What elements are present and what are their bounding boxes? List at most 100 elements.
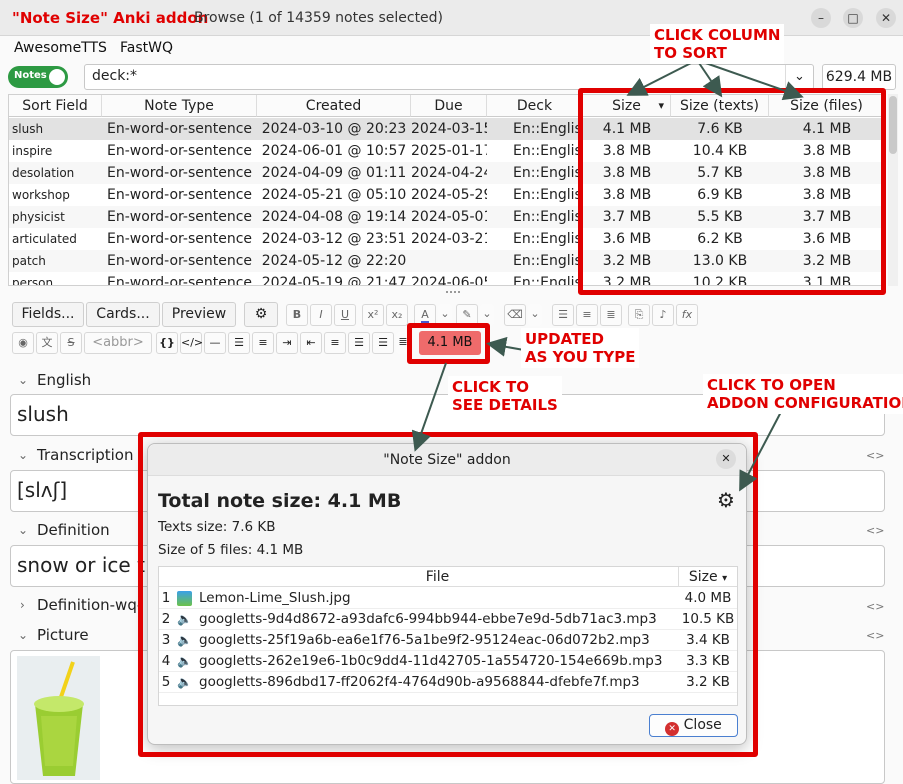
splitter-handle[interactable] [446, 291, 460, 295]
align-center-icon[interactable]: ≡ [324, 332, 346, 354]
html-toggle-icon[interactable]: <> [866, 600, 884, 613]
column-header-due[interactable]: Due [411, 95, 487, 117]
toggle-knob [49, 69, 65, 85]
table-cell [411, 250, 487, 272]
annotation-details: CLICK TO SEE DETAILS [448, 376, 562, 416]
chevron-down-icon[interactable]: ⌄ [785, 65, 813, 89]
notes-cards-toggle[interactable]: Notes [8, 66, 68, 88]
eraser-icon[interactable]: ⌫ [504, 304, 526, 326]
table-cell: En::English [513, 143, 583, 159]
table-cell: physicist [12, 210, 65, 224]
toggle-label: Notes [14, 70, 47, 81]
translate-icon[interactable]: 文 [36, 332, 58, 354]
fields-button[interactable]: Fields... [12, 302, 84, 327]
column-header-note-type[interactable]: Note Type [102, 95, 257, 117]
table-cell: 2024-04-08 @ 19:14 [261, 209, 407, 225]
subscript-icon[interactable]: x₂ [386, 304, 408, 326]
table-cell: slush [12, 122, 44, 136]
chevron-down-icon[interactable]: ⌄ [18, 523, 28, 537]
field-label-transcription: Transcription [37, 446, 134, 464]
chevron-down-icon[interactable]: ⌄ [18, 373, 28, 387]
indent-icon[interactable]: ⇥ [276, 332, 298, 354]
chevron-down-icon[interactable]: ⌄ [528, 304, 542, 326]
table-cell: En-word-or-sentence [106, 209, 253, 225]
table-cell: En::English [513, 165, 583, 181]
table-cell: 2024-03-12 @ 23:51 [261, 231, 407, 247]
superscript-icon[interactable]: x² [362, 304, 384, 326]
chevron-right-icon[interactable]: › [20, 598, 25, 612]
bullet-list-icon[interactable]: ☰ [552, 304, 574, 326]
table-cell: 2024-05-01 [411, 209, 487, 225]
table-cell: person [12, 276, 54, 286]
italic-icon[interactable]: I [310, 304, 332, 326]
html-toggle-icon[interactable]: <> [866, 629, 884, 642]
cards-button[interactable]: Cards... [86, 302, 160, 327]
numbered-list-icon[interactable]: ≡ [252, 332, 274, 354]
gear-icon[interactable]: ⚙ [244, 302, 278, 327]
numbered-list-icon[interactable]: ≡ [576, 304, 598, 326]
table-cell: workshop [12, 188, 70, 202]
minimize-button[interactable]: – [811, 8, 831, 28]
slush-image [17, 656, 100, 780]
table-cell: 2024-03-21 [411, 231, 487, 247]
table-cell: En-word-or-sentence [106, 253, 253, 269]
close-window-button[interactable]: ✕ [876, 8, 896, 28]
outdent-icon[interactable]: ⇤ [300, 332, 322, 354]
table-cell: En::English [513, 209, 583, 225]
horizontal-rule-icon[interactable]: — [204, 332, 226, 354]
addon-icon[interactable]: ◉ [12, 332, 34, 354]
align-icon[interactable]: ≣ [600, 304, 622, 326]
table-cell: 2024-03-10 @ 20:23 [261, 121, 407, 137]
braces-icon[interactable]: {} [156, 332, 178, 354]
function-icon[interactable]: fx [676, 304, 698, 326]
search-input[interactable]: deck:* [84, 64, 814, 90]
table-cell: En::English [513, 187, 583, 203]
underline-icon[interactable]: U [334, 304, 356, 326]
html-toggle-icon[interactable]: <> [866, 449, 884, 462]
annotation-config: CLICK TO OPEN ADDON CONFIGURATION [703, 374, 903, 414]
align-left-icon[interactable]: ☰ [348, 332, 370, 354]
abbr-button[interactable]: <abbr> [84, 332, 152, 354]
table-cell: En-word-or-sentence [106, 121, 253, 137]
table-cell: 2024-05-12 @ 22:20 [261, 253, 407, 269]
table-cell: inspire [12, 144, 53, 158]
table-cell: En::English [513, 253, 583, 269]
microphone-icon[interactable]: ♪ [652, 304, 674, 326]
table-cell: 2024-05-29 [411, 187, 487, 203]
menu-fastwq[interactable]: FastWQ [120, 40, 173, 56]
chevron-down-icon[interactable]: ⌄ [18, 628, 28, 642]
bullet-list-icon[interactable]: ☰ [228, 332, 250, 354]
field-label-definition: Definition [37, 521, 110, 539]
preview-button[interactable]: Preview [162, 302, 236, 327]
field-label-english: English [37, 371, 92, 389]
table-cell: En::English [513, 121, 583, 137]
chevron-down-icon[interactable]: ⌄ [18, 448, 28, 462]
table-cell: En-word-or-sentence [106, 275, 253, 286]
field-label-picture: Picture [37, 626, 89, 644]
dialog-highlight [138, 432, 758, 757]
paperclip-icon[interactable]: ⎘ [628, 304, 650, 326]
html-toggle-icon[interactable]: <> [866, 524, 884, 537]
align-right-icon[interactable]: ☰ [372, 332, 394, 354]
table-cell: 2024-06-05 [411, 275, 487, 286]
table-cell: patch [12, 254, 46, 268]
table-cell: 2024-04-24 [411, 165, 487, 181]
size-columns-highlight [578, 88, 886, 295]
window-title: Browse (1 of 14359 notes selected) [194, 10, 444, 26]
table-cell: En-word-or-sentence [106, 187, 253, 203]
menu-awesometts[interactable]: AwesomeTTS [14, 40, 107, 56]
strikethrough-icon[interactable]: S [60, 332, 82, 354]
table-cell: En-word-or-sentence [106, 231, 253, 247]
column-header-deck[interactable]: Deck [487, 95, 583, 117]
code-icon[interactable]: </> [180, 332, 203, 354]
table-scrollbar-thumb[interactable] [889, 96, 897, 154]
maximize-button[interactable]: □ [843, 8, 863, 28]
bold-icon[interactable]: B [286, 304, 308, 326]
column-header-sort-field[interactable]: Sort Field [9, 95, 102, 117]
table-cell: En::English [513, 275, 583, 286]
table-cell: desolation [12, 166, 75, 180]
table-cell: En::English [513, 231, 583, 247]
table-cell: 2024-03-15 [411, 121, 487, 137]
column-header-created[interactable]: Created [257, 95, 411, 117]
note-size-button-highlight [407, 323, 490, 364]
